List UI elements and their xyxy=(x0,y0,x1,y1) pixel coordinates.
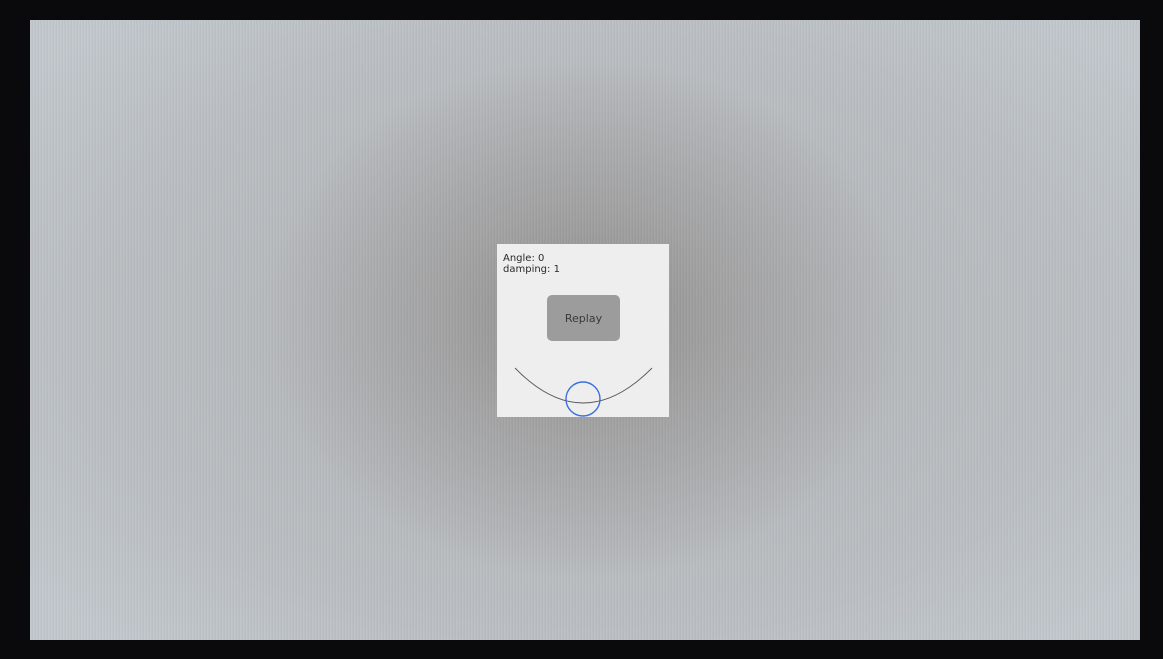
damping-readout: damping: 1 xyxy=(503,264,560,275)
display-screen: Angle: 0 damping: 1 Replay xyxy=(30,20,1140,640)
device-bezel: Angle: 0 damping: 1 Replay xyxy=(0,0,1163,659)
arc-track-icon xyxy=(514,367,653,404)
ball-circle-icon xyxy=(565,381,601,417)
replay-button[interactable]: Replay xyxy=(547,295,620,341)
pendulum-panel: Angle: 0 damping: 1 Replay xyxy=(497,244,669,417)
pendulum-canvas xyxy=(514,367,653,417)
